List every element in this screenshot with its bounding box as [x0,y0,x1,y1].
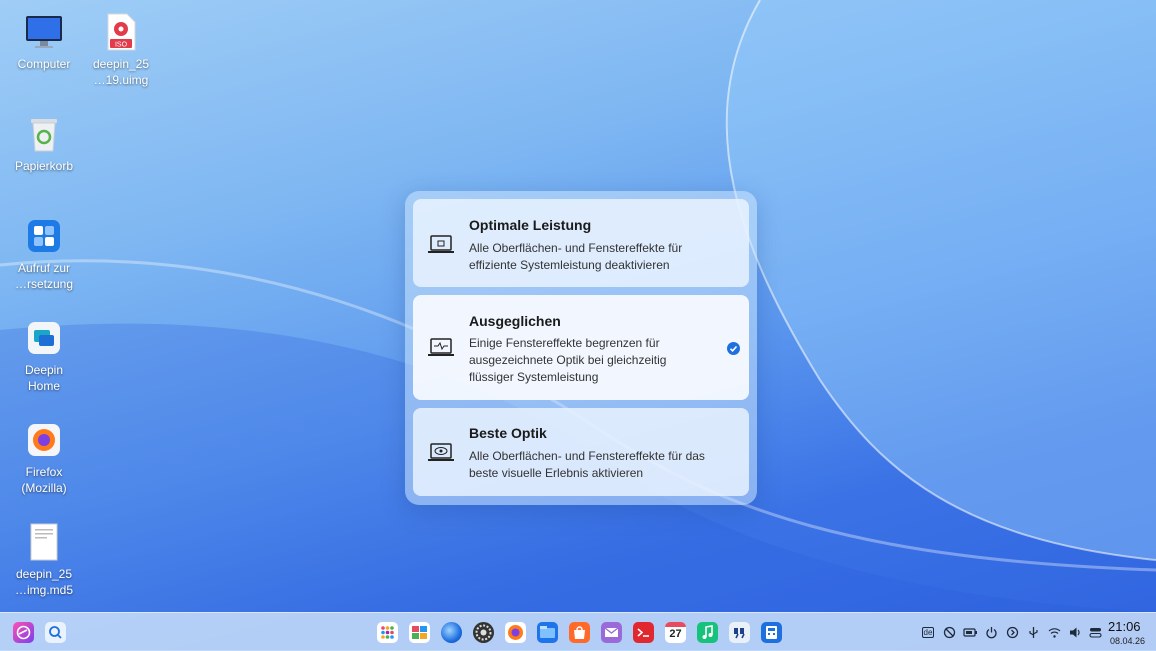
desktop-icon-iso[interactable]: ISO deepin_25 …19.uimg [79,2,163,88]
desktop-icon-label: …19.uimg [93,73,149,87]
clock-time[interactable]: 21:06 [1108,619,1141,634]
settings-icon[interactable] [473,622,494,643]
computer-icon [24,12,64,52]
power-icon[interactable] [985,626,998,639]
laptop-performance-icon [428,235,454,253]
desktop-icon-md5[interactable]: deepin_25 …img.md5 [2,512,86,598]
media-icon[interactable] [1006,626,1019,639]
mode-option-best-visuals[interactable]: Beste Optik Alle Oberflächen- und Fenste… [413,408,749,496]
search-icon[interactable] [45,622,66,643]
mode-title: Beste Optik [469,425,547,441]
firefox-icon[interactable] [505,622,526,643]
desktop-icon-label: …rsetzung [14,277,74,291]
mode-description: Alle Oberflächen- und Fenstereffekte für… [469,241,683,272]
quotes-icon[interactable] [729,622,750,643]
desktop-icon-label: deepin_25 [15,567,73,581]
browser-icon[interactable] [441,622,462,643]
clock-date[interactable]: 08.04.26 [1110,636,1145,646]
translation-icon [24,216,64,256]
mode-title: Ausgeglichen [469,313,561,329]
mode-description: Alle Oberflächen- und Fenstereffekte für… [469,449,705,480]
desktop-icon-trash[interactable]: Papierkorb [2,104,86,174]
desktop-icon-label: Firefox [25,465,63,479]
desktop-icon-deepin-home[interactable]: Deepin Home [2,308,86,394]
calendar-day: 27 [669,628,682,640]
calculator-icon[interactable] [761,622,782,643]
desktop-icon-label: Home [27,379,60,393]
keyboard-layout: de [921,627,935,638]
music-icon[interactable] [697,622,718,643]
laptop-visuals-icon [428,443,454,461]
battery-icon[interactable] [963,626,978,639]
text-file-icon [24,522,64,562]
usb-icon[interactable] [1027,626,1040,639]
desktop-icon-label: Papierkorb [14,159,74,173]
mode-option-performance[interactable]: Optimale Leistung Alle Oberflächen- und … [413,199,749,287]
app-grid-icon[interactable] [377,622,398,643]
desktop-icon-label: (Mozilla) [21,481,67,495]
mode-option-balanced[interactable]: Ausgeglichen Einige Fenstereffekte begre… [413,295,749,400]
firefox-icon [24,420,64,460]
deepin-home-icon [24,318,64,358]
wifi-icon[interactable] [1048,626,1061,639]
launcher-icon[interactable] [13,622,34,643]
laptop-balanced-icon [428,338,454,356]
terminal-icon[interactable] [633,622,654,643]
iso-badge: ISO [115,42,128,49]
desktop-icon-label: deepin_25 [92,57,150,71]
control-center-icon[interactable] [1089,626,1102,639]
file-manager-icon[interactable] [537,622,558,643]
multitask-icon[interactable] [409,622,430,643]
desktop-icon-firefox[interactable]: Firefox (Mozilla) [2,410,86,496]
taskbar: 27 de 21:06 08.04.26 [0,612,1156,651]
selected-check-icon [727,342,740,355]
desktop-icon-label: …img.md5 [14,583,73,597]
no-disturb-icon[interactable] [943,626,956,639]
iso-file-icon: ISO [101,12,141,52]
keyboard-icon[interactable]: de [921,626,935,639]
calendar-icon[interactable]: 27 [665,622,686,643]
desktop-icon-label: Computer [17,57,71,71]
app-store-icon[interactable] [569,622,590,643]
mode-description: Einige Fenstereffekte begrenzen für ausg… [469,336,667,384]
desktop-icon-label: Aufruf zur [17,261,71,275]
desktop-icon-computer[interactable]: Computer [2,2,86,72]
desktop-icon-label: Deepin [24,363,64,377]
mail-icon[interactable] [601,622,622,643]
mode-title: Optimale Leistung [469,217,592,233]
volume-icon[interactable] [1069,626,1082,639]
performance-mode-popup: Optimale Leistung Alle Oberflächen- und … [405,191,757,505]
trash-icon [24,114,64,154]
desktop-icon-translation[interactable]: Aufruf zur …rsetzung [2,206,86,292]
